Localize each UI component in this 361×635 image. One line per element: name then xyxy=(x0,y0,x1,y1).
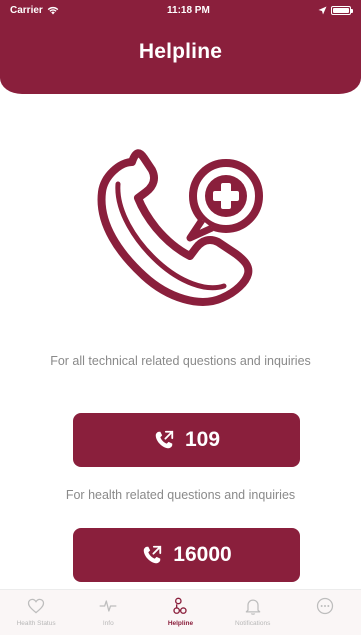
tab-info-label: Info xyxy=(102,620,114,627)
status-left: Carrier xyxy=(10,5,59,16)
tab-health-status[interactable]: Health Status xyxy=(1,596,71,627)
more-icon xyxy=(316,597,333,615)
bell-icon xyxy=(245,599,260,615)
status-right xyxy=(318,5,353,15)
status-time: 11:18 PM xyxy=(167,4,210,16)
technical-support-caption: For all technical related questions and … xyxy=(50,354,311,368)
tab-health-status-label: Health Status xyxy=(16,620,56,627)
carrier-label: Carrier xyxy=(10,4,43,16)
tab-more[interactable] xyxy=(290,596,360,620)
status-bar: Carrier 11:18 PM xyxy=(0,0,361,20)
tab-helpline[interactable]: Helpline xyxy=(145,596,215,627)
location-icon xyxy=(318,6,327,14)
health-support-caption: For health related questions and inquiri… xyxy=(65,488,296,502)
tab-bar: Health Status Info Helpline Notification… xyxy=(0,589,361,635)
call-109-label: 109 xyxy=(184,428,221,451)
battery-icon xyxy=(331,5,353,15)
helpline-icon xyxy=(173,597,188,614)
call-109-button[interactable]: 109 xyxy=(73,413,300,467)
phone-plus-icon xyxy=(97,149,263,306)
tab-info[interactable]: Info xyxy=(73,596,143,627)
page-title: Helpline xyxy=(138,40,223,63)
app-header: Carrier 11:18 PM Helpline xyxy=(0,0,361,94)
phone-outgoing-icon xyxy=(144,545,162,564)
call-16000-label: 16000 xyxy=(173,543,232,566)
tab-notifications[interactable]: Notifications xyxy=(218,596,288,627)
heart-icon xyxy=(27,598,45,614)
tab-helpline-label: Helpline xyxy=(167,620,194,627)
call-16000-button[interactable]: 16000 xyxy=(73,528,300,582)
pulse-icon xyxy=(99,600,117,612)
tab-notifications-label: Notifications xyxy=(234,620,271,627)
wifi-icon xyxy=(47,6,59,14)
phone-outgoing-icon xyxy=(155,430,174,449)
